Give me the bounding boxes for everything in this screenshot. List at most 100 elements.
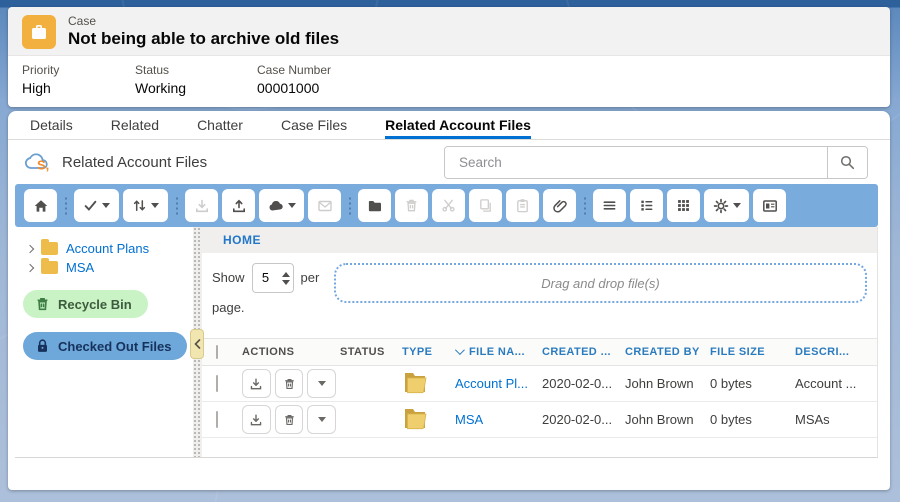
row-more-actions-button[interactable] bbox=[307, 369, 336, 398]
sort-button[interactable] bbox=[123, 189, 168, 222]
col-header-description[interactable]: DESCRI... bbox=[795, 339, 877, 366]
sort-icon bbox=[132, 198, 147, 213]
toolbar-separator bbox=[65, 196, 67, 216]
search-icon bbox=[840, 155, 855, 170]
delete-button bbox=[395, 189, 428, 222]
tab-related[interactable]: Related bbox=[111, 111, 159, 139]
row-more-actions-button[interactable] bbox=[307, 405, 336, 434]
check-icon bbox=[83, 198, 98, 213]
dropzone-text: Drag and drop file(s) bbox=[541, 276, 660, 291]
tab-details[interactable]: Details bbox=[30, 111, 73, 139]
paperclip-icon bbox=[552, 198, 568, 214]
chevron-right-icon bbox=[26, 244, 34, 252]
page-label: page. bbox=[212, 293, 324, 323]
paste-button bbox=[506, 189, 539, 222]
settings-button[interactable] bbox=[704, 189, 749, 222]
table-row: MSA 2020-02-0... John Brown 0 bytes MSAs bbox=[202, 402, 877, 438]
download-icon bbox=[249, 377, 263, 391]
clipboard-icon bbox=[515, 198, 530, 213]
search-button[interactable] bbox=[827, 147, 867, 178]
folder-type-icon bbox=[402, 418, 428, 433]
grid-view-button[interactable] bbox=[667, 189, 700, 222]
attach-button[interactable] bbox=[543, 189, 576, 222]
tab-chatter[interactable]: Chatter bbox=[197, 111, 243, 139]
recycle-bin-button[interactable]: Recycle Bin bbox=[23, 290, 148, 318]
approve-button[interactable] bbox=[74, 189, 119, 222]
chevron-down-icon bbox=[288, 203, 296, 208]
file-size-cell: 0 bytes bbox=[710, 366, 795, 402]
tree-item-account-plans[interactable]: Account Plans bbox=[23, 239, 193, 258]
record-header-top: Case Not being able to archive old files bbox=[8, 7, 890, 56]
status-cell bbox=[340, 402, 402, 438]
col-header-file-name[interactable]: FILE NA... bbox=[455, 339, 542, 366]
field-priority-value: High bbox=[22, 80, 125, 96]
table-row: Account Pl... 2020-02-0... John Brown 0 … bbox=[202, 366, 877, 402]
new-folder-button[interactable] bbox=[358, 189, 391, 222]
tree-item-msa[interactable]: MSA bbox=[23, 258, 193, 277]
file-toolbar bbox=[15, 184, 878, 227]
checked-out-files-button[interactable]: Checked Out Files bbox=[23, 332, 187, 360]
row-delete-button[interactable] bbox=[275, 405, 304, 434]
description-cell: Account ... bbox=[795, 366, 877, 402]
section-header: S, Related Account Files bbox=[8, 140, 890, 184]
file-panel: HOME Show 5 per bbox=[202, 227, 877, 457]
row-download-button[interactable] bbox=[242, 369, 271, 398]
download-icon bbox=[194, 198, 210, 214]
grid-icon bbox=[676, 198, 691, 213]
mail-icon bbox=[317, 198, 333, 214]
home-button[interactable] bbox=[24, 189, 57, 222]
col-header-status: STATUS bbox=[340, 339, 402, 366]
row-checkbox[interactable] bbox=[216, 375, 218, 392]
page-title: Not being able to archive old files bbox=[68, 29, 339, 49]
row-checkbox[interactable] bbox=[216, 411, 218, 428]
search-input[interactable] bbox=[445, 147, 827, 178]
show-label: Show bbox=[212, 263, 245, 293]
chevron-left-icon bbox=[194, 339, 201, 349]
file-size-cell: 0 bytes bbox=[710, 402, 795, 438]
gear-icon bbox=[713, 198, 729, 214]
file-dropzone[interactable]: Drag and drop file(s) bbox=[334, 263, 867, 303]
trash-icon bbox=[283, 377, 296, 391]
list-view-button[interactable] bbox=[593, 189, 626, 222]
breadcrumb-home[interactable]: HOME bbox=[223, 233, 261, 247]
sdrive-cloud-icon: S, bbox=[24, 151, 54, 173]
file-name-link[interactable]: MSA bbox=[455, 412, 483, 427]
col-header-created-by[interactable]: CREATED BY bbox=[625, 339, 710, 366]
chevron-down-icon bbox=[318, 417, 326, 422]
properties-button[interactable] bbox=[753, 189, 786, 222]
folder-tree-sidebar: Account Plans MSA Recycle Bin Checked Ou… bbox=[15, 227, 193, 457]
table-header-row: ACTIONS STATUS TYPE FILE NA... CREATED .… bbox=[202, 339, 877, 366]
download-icon bbox=[249, 413, 263, 427]
page-size-stepper[interactable]: 5 bbox=[252, 263, 294, 293]
row-delete-button[interactable] bbox=[275, 369, 304, 398]
select-all-checkbox[interactable] bbox=[216, 345, 218, 359]
file-name-link[interactable]: Account Pl... bbox=[455, 376, 528, 391]
email-button bbox=[308, 189, 341, 222]
upload-icon bbox=[231, 198, 247, 214]
tab-related-account-files[interactable]: Related Account Files bbox=[385, 111, 531, 139]
created-by-cell: John Brown bbox=[625, 366, 710, 402]
download-button bbox=[185, 189, 218, 222]
upload-button[interactable] bbox=[222, 189, 255, 222]
created-cell: 2020-02-0... bbox=[542, 366, 625, 402]
stepper-arrows[interactable] bbox=[279, 272, 293, 285]
detail-view-button[interactable] bbox=[630, 189, 663, 222]
col-header-file-size[interactable]: FILE SIZE bbox=[710, 339, 795, 366]
file-browser: Account Plans MSA Recycle Bin Checked Ou… bbox=[15, 227, 878, 458]
cloud-upload-button[interactable] bbox=[259, 189, 304, 222]
record-header-card: Case Not being able to archive old files… bbox=[8, 7, 890, 107]
tab-case-files[interactable]: Case Files bbox=[281, 111, 347, 139]
col-header-created[interactable]: CREATED ... bbox=[542, 339, 625, 366]
list-icon bbox=[602, 198, 617, 213]
sidebar-resize-divider[interactable] bbox=[193, 227, 202, 457]
col-header-type[interactable]: TYPE bbox=[402, 339, 455, 366]
sort-down-icon bbox=[455, 345, 465, 355]
sidebar-collapse-handle[interactable] bbox=[190, 329, 204, 359]
chevron-down-icon bbox=[318, 381, 326, 386]
field-status-label: Status bbox=[135, 63, 247, 77]
row-download-button[interactable] bbox=[242, 405, 271, 434]
created-by-cell: John Brown bbox=[625, 402, 710, 438]
breadcrumb-bar: HOME bbox=[202, 227, 877, 253]
cloud-icon bbox=[268, 198, 284, 214]
toolbar-separator bbox=[349, 196, 351, 216]
